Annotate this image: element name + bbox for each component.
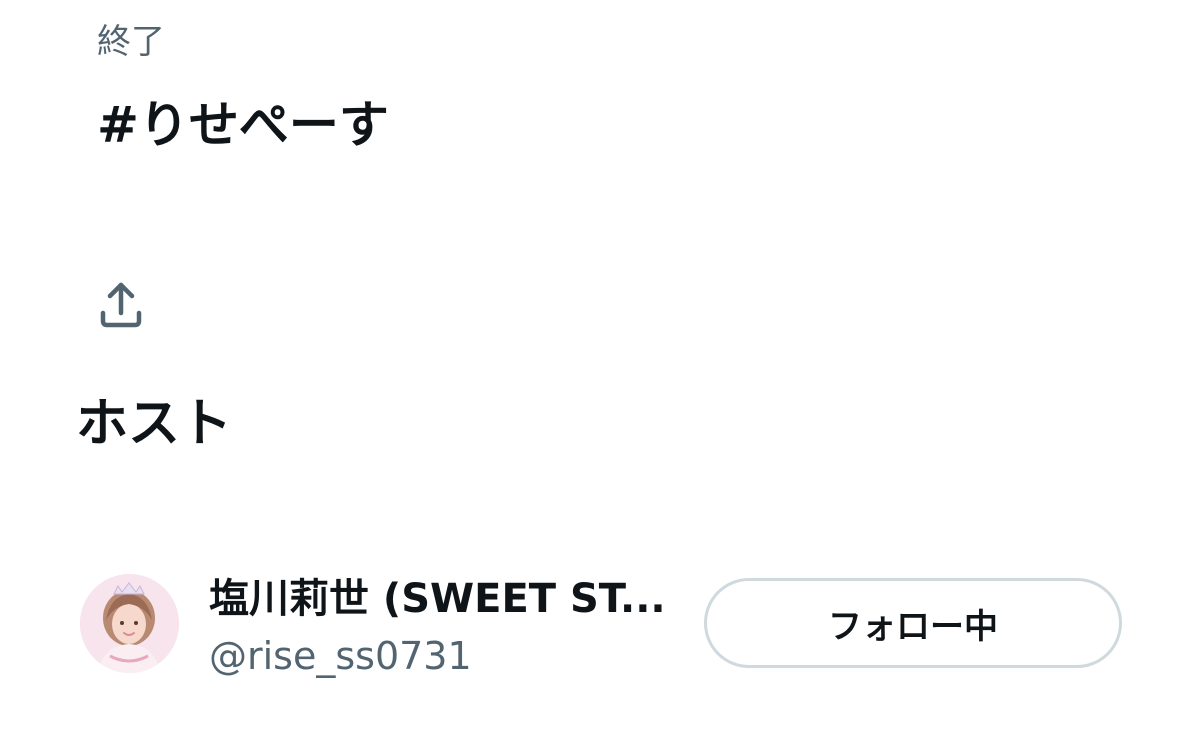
host-avatar[interactable]: [80, 574, 179, 673]
host-row: 塩川莉世 (SWEET ST... @rise_ss0731 フォロー中: [80, 572, 1130, 682]
host-username: @rise_ss0731: [209, 634, 472, 678]
space-status-label: 終了: [97, 22, 165, 62]
following-button[interactable]: フォロー中: [704, 578, 1122, 668]
host-display-name[interactable]: 塩川莉世 (SWEET ST...: [209, 574, 699, 624]
profile-avatar-icon: [80, 574, 179, 673]
host-section-heading: ホスト: [76, 394, 233, 454]
share-upload-icon: [100, 282, 142, 328]
space-title: #りせぺーす: [97, 96, 389, 154]
share-button[interactable]: [90, 274, 152, 336]
